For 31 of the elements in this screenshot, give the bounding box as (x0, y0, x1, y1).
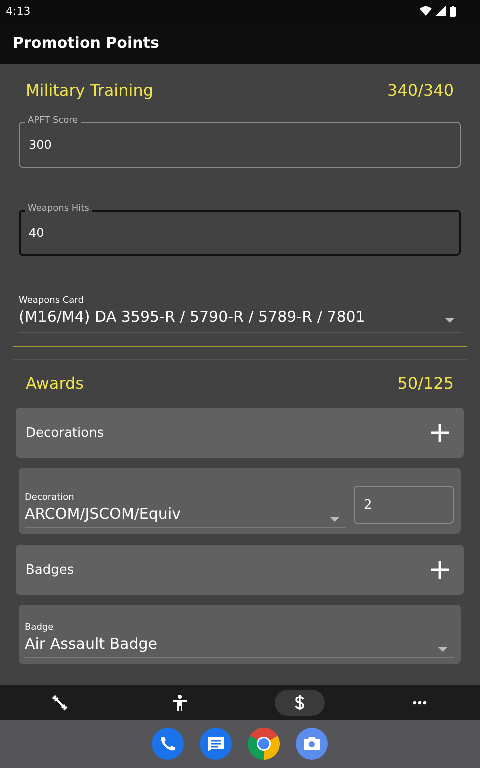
caret-icon (438, 647, 448, 652)
phone-app-icon[interactable] (152, 728, 184, 760)
status-time: 4:13 (6, 4, 31, 18)
section-score: 50/125 (398, 374, 454, 393)
group-title: Badges (26, 562, 74, 578)
section-title: Military Training (26, 81, 154, 100)
app-title: Promotion Points (13, 34, 160, 52)
entry-dropdown[interactable]: Decoration ARCOM/JSCOM/Equiv (25, 493, 346, 528)
caret-icon (330, 517, 340, 522)
wifi-icon (420, 6, 432, 16)
entry-dropdown[interactable]: Badge Air Assault Badge (25, 623, 454, 658)
messages-app-icon[interactable] (200, 728, 232, 760)
add-icon[interactable] (431, 424, 449, 442)
camera-app-icon[interactable] (296, 728, 328, 760)
battery-icon (450, 6, 456, 16)
add-icon[interactable] (431, 561, 449, 579)
text-field[interactable]: 300 (19, 122, 461, 168)
section-score: 340/340 (388, 81, 454, 100)
field-label: Weapons Hits (25, 204, 92, 215)
count-field[interactable]: 2 (354, 486, 454, 524)
weapons-card-dropdown[interactable]: Weapons Card (M16/M4) DA 3595-R / 5790-R / 5789-R / 7801 (19, 296, 461, 333)
dumbbell-icon (52, 694, 68, 710)
signal-icon (436, 6, 446, 16)
browser-app-icon[interactable] (248, 728, 280, 760)
person-icon (173, 694, 187, 710)
caret-icon (445, 318, 455, 323)
group-title: Decorations (26, 426, 104, 440)
section-title: Awards (26, 374, 84, 393)
nav-tab[interactable] (275, 690, 325, 716)
more-icon (413, 700, 427, 704)
dollar-icon (295, 694, 305, 710)
